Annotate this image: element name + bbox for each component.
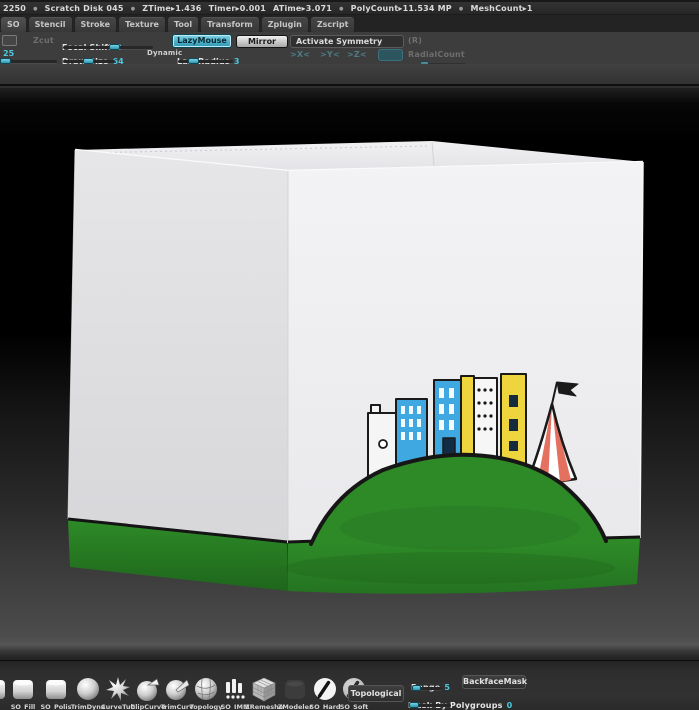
stat-meshcount: MeshCount▸1: [470, 4, 532, 13]
brush-trim-sphere-icon: [164, 676, 190, 702]
symmetry-m-button[interactable]: [378, 49, 403, 61]
symmetry-x-button[interactable]: >X<: [290, 50, 310, 59]
brush-clip-sphere-icon: [135, 676, 161, 702]
brush-pen-hard-icon: [312, 676, 338, 702]
stats-bar: 2250 ● Scratch Disk 045 ● ZTime▸1.436 Timer▸0…: [0, 2, 699, 15]
topological-button[interactable]: Topological: [348, 685, 404, 702]
mask-by-polygroups-group: Mask By Polygroups0: [408, 693, 512, 710]
symmetry-hotkey-hint: (R): [408, 36, 422, 45]
brush-shelf: y SO_Fill SO_Polis TrimDyna CurveTub Cli…: [0, 660, 699, 710]
brush-so-polish[interactable]: SO_Polis: [41, 676, 71, 710]
brush-cube-icon: [43, 676, 69, 702]
mask-by-polygroups-value: 0: [507, 701, 513, 710]
backfacemask-button[interactable]: BackfaceMask: [462, 675, 526, 689]
mirror-button[interactable]: Mirror: [236, 35, 288, 48]
brush-imm-icon: [222, 676, 248, 702]
box-left-face: [68, 150, 288, 543]
stat-timer: Timer▸0.001: [209, 4, 266, 13]
symmetry-z-button[interactable]: >Z<: [347, 50, 367, 59]
viewport-canvas[interactable]: [0, 88, 699, 660]
menu-tab-row: SO Stencil Stroke Texture Tool Transform…: [0, 15, 699, 32]
tab-texture[interactable]: Texture: [119, 17, 165, 32]
zbrush-window: 2250 ● Scratch Disk 045 ● ZTime▸1.436 Timer▸0…: [0, 0, 699, 710]
stat-memory: 2250: [3, 4, 26, 13]
brush-topology-sphere-icon: [193, 676, 219, 702]
brush-zremesher[interactable]: ZRemeshe: [249, 676, 279, 710]
dot-separator-icon: ●: [459, 6, 464, 12]
shelf-controls: Zcut Focal Shift0 LazyMouse Mirror Activ…: [0, 32, 699, 64]
dot-separator-icon: ●: [339, 6, 344, 12]
brush-label: SO_Soft: [335, 703, 373, 710]
draw-size-slider[interactable]: [63, 60, 115, 63]
brush-star-icon: [105, 676, 131, 702]
left-slider[interactable]: [0, 60, 57, 63]
lazymouse-button[interactable]: LazyMouse: [172, 34, 232, 48]
tab-stroke[interactable]: Stroke: [75, 17, 117, 32]
range-slider-handle[interactable]: [412, 685, 421, 691]
dot-separator-icon: ●: [131, 6, 136, 12]
tab-zscript[interactable]: Zscript: [311, 17, 355, 32]
tab-transform[interactable]: Transform: [201, 17, 259, 32]
brush-cube-icon: [10, 676, 36, 702]
left-slider-value: 25: [3, 49, 14, 58]
alpha-swatch[interactable]: [2, 35, 17, 46]
stat-scratch-disk: Scratch Disk 045: [45, 4, 124, 13]
brush-dark-cube-icon: [282, 676, 308, 702]
mask-by-polygroups-slider[interactable]: [409, 704, 451, 707]
tab-tool[interactable]: Tool: [168, 17, 198, 32]
range-slider[interactable]: [412, 687, 442, 690]
stat-atime: ATime▸3.071: [273, 4, 332, 13]
symmetry-y-button[interactable]: >Y<: [320, 50, 340, 59]
brush-grid-cube-icon: [251, 676, 277, 702]
tab-zplugin[interactable]: Zplugin: [262, 17, 308, 32]
brush-so-fill[interactable]: SO_Fill: [8, 676, 38, 710]
stat-polycount: PolyCount▸11.534 MP: [351, 4, 452, 13]
shelf-spacer: [0, 64, 699, 86]
stat-ztime: ZTime▸1.436: [142, 4, 201, 13]
tab-so[interactable]: SO: [1, 17, 26, 32]
range-value: 5: [444, 683, 450, 692]
zcut-label: Zcut: [33, 36, 54, 45]
lazyradius-slider[interactable]: [178, 60, 233, 63]
brush-cube-icon: [0, 676, 8, 702]
model-scene[interactable]: [0, 88, 699, 660]
brush-sphere-icon: [75, 676, 101, 702]
mask-by-polygroups-slider-handle[interactable]: [409, 702, 419, 708]
activate-symmetry-button[interactable]: Activate Symmetry: [290, 35, 404, 48]
radialcount-label: RadialCount: [408, 50, 465, 59]
dot-separator-icon: ●: [33, 6, 38, 12]
tab-stencil[interactable]: Stencil: [29, 17, 72, 32]
